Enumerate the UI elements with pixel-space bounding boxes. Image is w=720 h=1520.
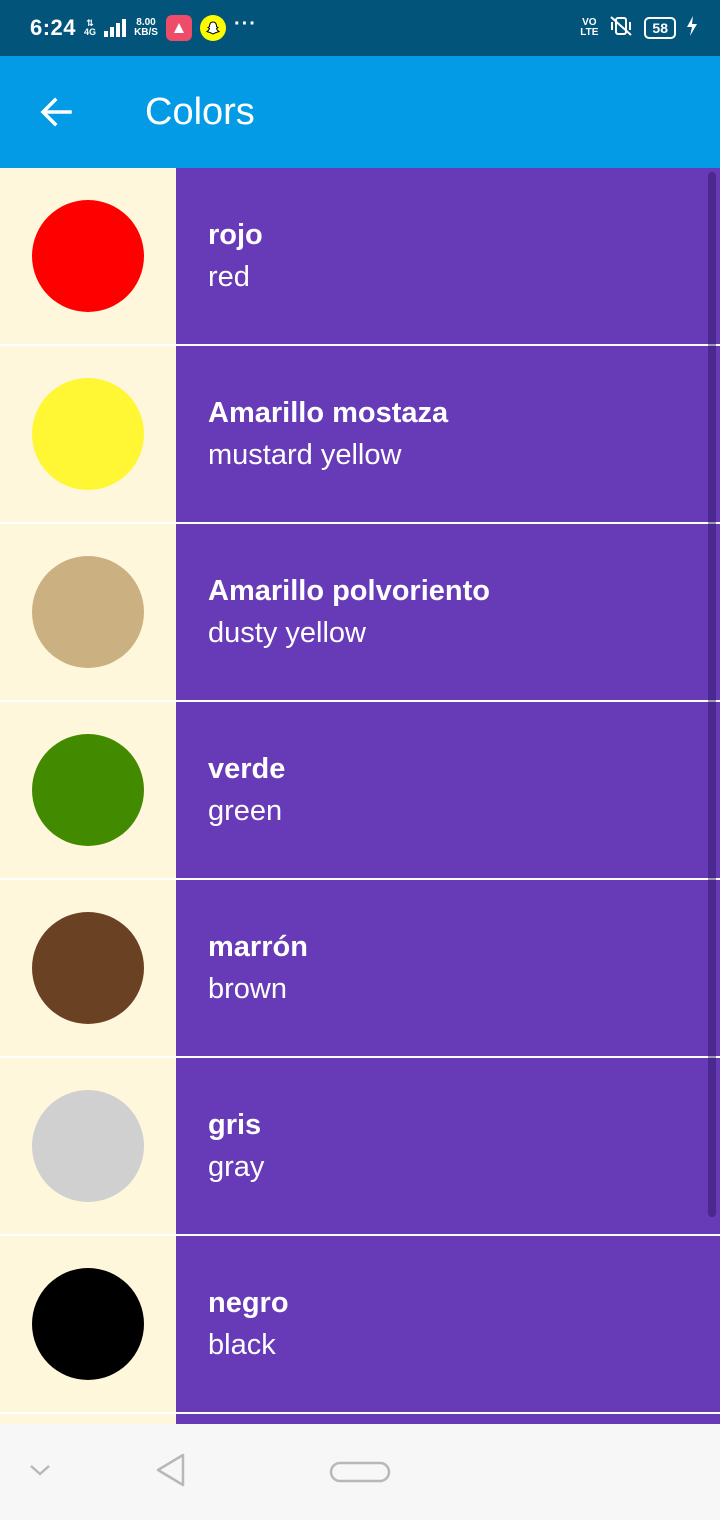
spanish-label: Amarillo polvoriento (208, 575, 490, 607)
swatch-cell (0, 1414, 176, 1424)
swatch-cell (0, 880, 176, 1056)
swatch-cell (0, 346, 176, 522)
vibrate-off-icon (608, 15, 634, 42)
color-swatch (32, 1090, 144, 1202)
english-label: green (208, 795, 283, 827)
swatch-cell (0, 524, 176, 700)
status-bar-left: 6:24 ⇅ 4G 8.00 KB/S ··· (30, 12, 257, 41)
list-item[interactable]: Amarillo polvoriento dusty yellow (0, 524, 720, 702)
english-label: black (208, 1329, 276, 1361)
status-bar: 6:24 ⇅ 4G 8.00 KB/S ··· VO LTE 58 (0, 0, 720, 56)
list-item-partial[interactable] (0, 1414, 720, 1424)
speed-unit: KB/S (134, 27, 158, 38)
network-speed: 8.00 KB/S (134, 18, 158, 38)
color-swatch (32, 200, 144, 312)
back-button[interactable] (0, 56, 112, 168)
swatch-cell (0, 168, 176, 344)
arrow-back-icon (40, 97, 72, 127)
color-swatch (32, 1268, 144, 1380)
list-item[interactable]: negro black (0, 1236, 720, 1414)
signal-icon (104, 19, 127, 37)
battery-icon: 58 (644, 17, 676, 39)
text-cell: Amarillo polvoriento dusty yellow (176, 524, 720, 700)
color-swatch (32, 912, 144, 1024)
list-item[interactable]: gris gray (0, 1058, 720, 1236)
spanish-label: marrón (208, 931, 308, 963)
swatch-cell (0, 1236, 176, 1412)
list-item[interactable]: verde green (0, 702, 720, 880)
text-cell: rojo red (176, 168, 720, 344)
text-cell: Amarillo mostaza mustard yellow (176, 346, 720, 522)
spanish-label: verde (208, 753, 286, 785)
snapchat-icon (199, 15, 226, 41)
battery-level: 58 (652, 20, 668, 36)
status-bar-right: VO LTE 58 (580, 15, 698, 42)
chevron-down-icon[interactable] (24, 1454, 56, 1486)
text-cell (176, 1414, 720, 1424)
home-pill-icon[interactable] (328, 1460, 392, 1484)
network-label: 4G (84, 27, 97, 37)
color-swatch (32, 734, 144, 846)
list-item[interactable]: Amarillo mostaza mustard yellow (0, 346, 720, 524)
network-type: ⇅ 4G (84, 18, 97, 37)
app-bar: Colors (0, 56, 720, 168)
color-swatch (32, 378, 144, 490)
swatch-cell (0, 702, 176, 878)
page-title: Colors (145, 90, 255, 133)
text-cell: verde green (176, 702, 720, 878)
app-notification-icon (165, 15, 192, 41)
spanish-label: negro (208, 1287, 289, 1319)
back-triangle-icon[interactable] (150, 1450, 190, 1490)
text-cell: negro black (176, 1236, 720, 1412)
color-swatch (32, 556, 144, 668)
english-label: red (208, 261, 250, 293)
text-cell: marrón brown (176, 880, 720, 1056)
text-cell: gris gray (176, 1058, 720, 1234)
scrollbar[interactable] (708, 172, 716, 1217)
english-label: dusty yellow (208, 617, 366, 649)
english-label: brown (208, 973, 287, 1005)
charging-icon (686, 15, 698, 41)
list-item[interactable]: marrón brown (0, 880, 720, 1058)
swatch-cell (0, 1058, 176, 1234)
english-label: mustard yellow (208, 439, 402, 471)
color-list[interactable]: rojo red Amarillo mostaza mustard yellow Ama… (0, 168, 720, 1424)
spanish-label: rojo (208, 219, 263, 251)
overflow-notifications: ··· (233, 12, 257, 35)
spanish-label: Amarillo mostaza (208, 397, 449, 429)
status-time: 6:24 (30, 15, 77, 40)
spanish-label: gris (208, 1109, 262, 1141)
navigation-bar (0, 1424, 720, 1520)
english-label: gray (208, 1151, 265, 1183)
list-item[interactable]: rojo red (0, 168, 720, 346)
volte-indicator: VO LTE (580, 17, 599, 38)
